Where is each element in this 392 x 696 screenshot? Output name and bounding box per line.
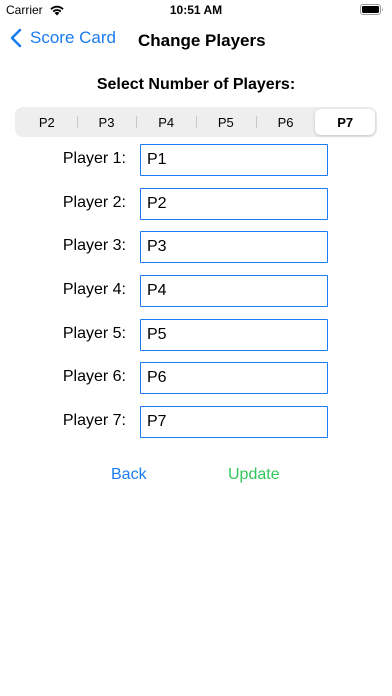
update-button[interactable]: Update — [228, 466, 280, 484]
player-4-field[interactable] — [140, 275, 328, 307]
segment-p2[interactable]: P2 — [17, 109, 77, 135]
player-row-4: Player 4: — [0, 275, 392, 307]
status-bar: Carrier 10:51 AM — [0, 0, 392, 22]
player-row-2: Player 2: — [0, 188, 392, 220]
player-count-segmented-control: P2 P3 P4 P5 P6 P7 — [15, 107, 377, 137]
segment-p3[interactable]: P3 — [76, 109, 137, 135]
segment-p4[interactable]: P4 — [136, 109, 196, 135]
player-3-field[interactable] — [140, 231, 328, 263]
player-row-5: Player 5: — [0, 319, 392, 351]
nav-back-button[interactable]: Score Card — [10, 28, 116, 48]
status-time: 10:51 AM — [169, 3, 223, 17]
player-1-field[interactable] — [140, 144, 328, 176]
player-5-field[interactable] — [140, 319, 328, 351]
player-2-label: Player 2: — [62, 194, 126, 211]
segment-p7[interactable]: P7 — [315, 109, 376, 135]
player-row-7: Player 7: — [0, 406, 392, 438]
select-players-heading: Select Number of Players: — [96, 76, 296, 93]
player-1-label: Player 1: — [62, 150, 126, 167]
navigation-bar: Score Card Change Players — [0, 22, 392, 60]
segment-p6[interactable]: P6 — [255, 109, 316, 135]
page-title: Change Players — [138, 31, 266, 50]
player-6-field[interactable] — [140, 362, 328, 394]
player-row-1: Player 1: — [0, 144, 392, 176]
player-7-label: Player 7: — [62, 412, 126, 429]
nav-back-label: Score Card — [30, 28, 116, 47]
player-5-label: Player 5: — [62, 325, 126, 342]
player-3-label: Player 3: — [62, 237, 126, 254]
segment-p5[interactable]: P5 — [196, 109, 256, 135]
player-4-label: Player 4: — [62, 281, 126, 298]
player-row-3: Player 3: — [0, 231, 392, 263]
player-2-field[interactable] — [140, 188, 328, 220]
player-6-label: Player 6: — [62, 368, 126, 385]
back-button[interactable]: Back — [111, 466, 147, 484]
chevron-left-icon — [10, 28, 22, 48]
player-7-field[interactable] — [140, 406, 328, 438]
player-row-6: Player 6: — [0, 362, 392, 394]
battery-icon — [360, 4, 383, 15]
